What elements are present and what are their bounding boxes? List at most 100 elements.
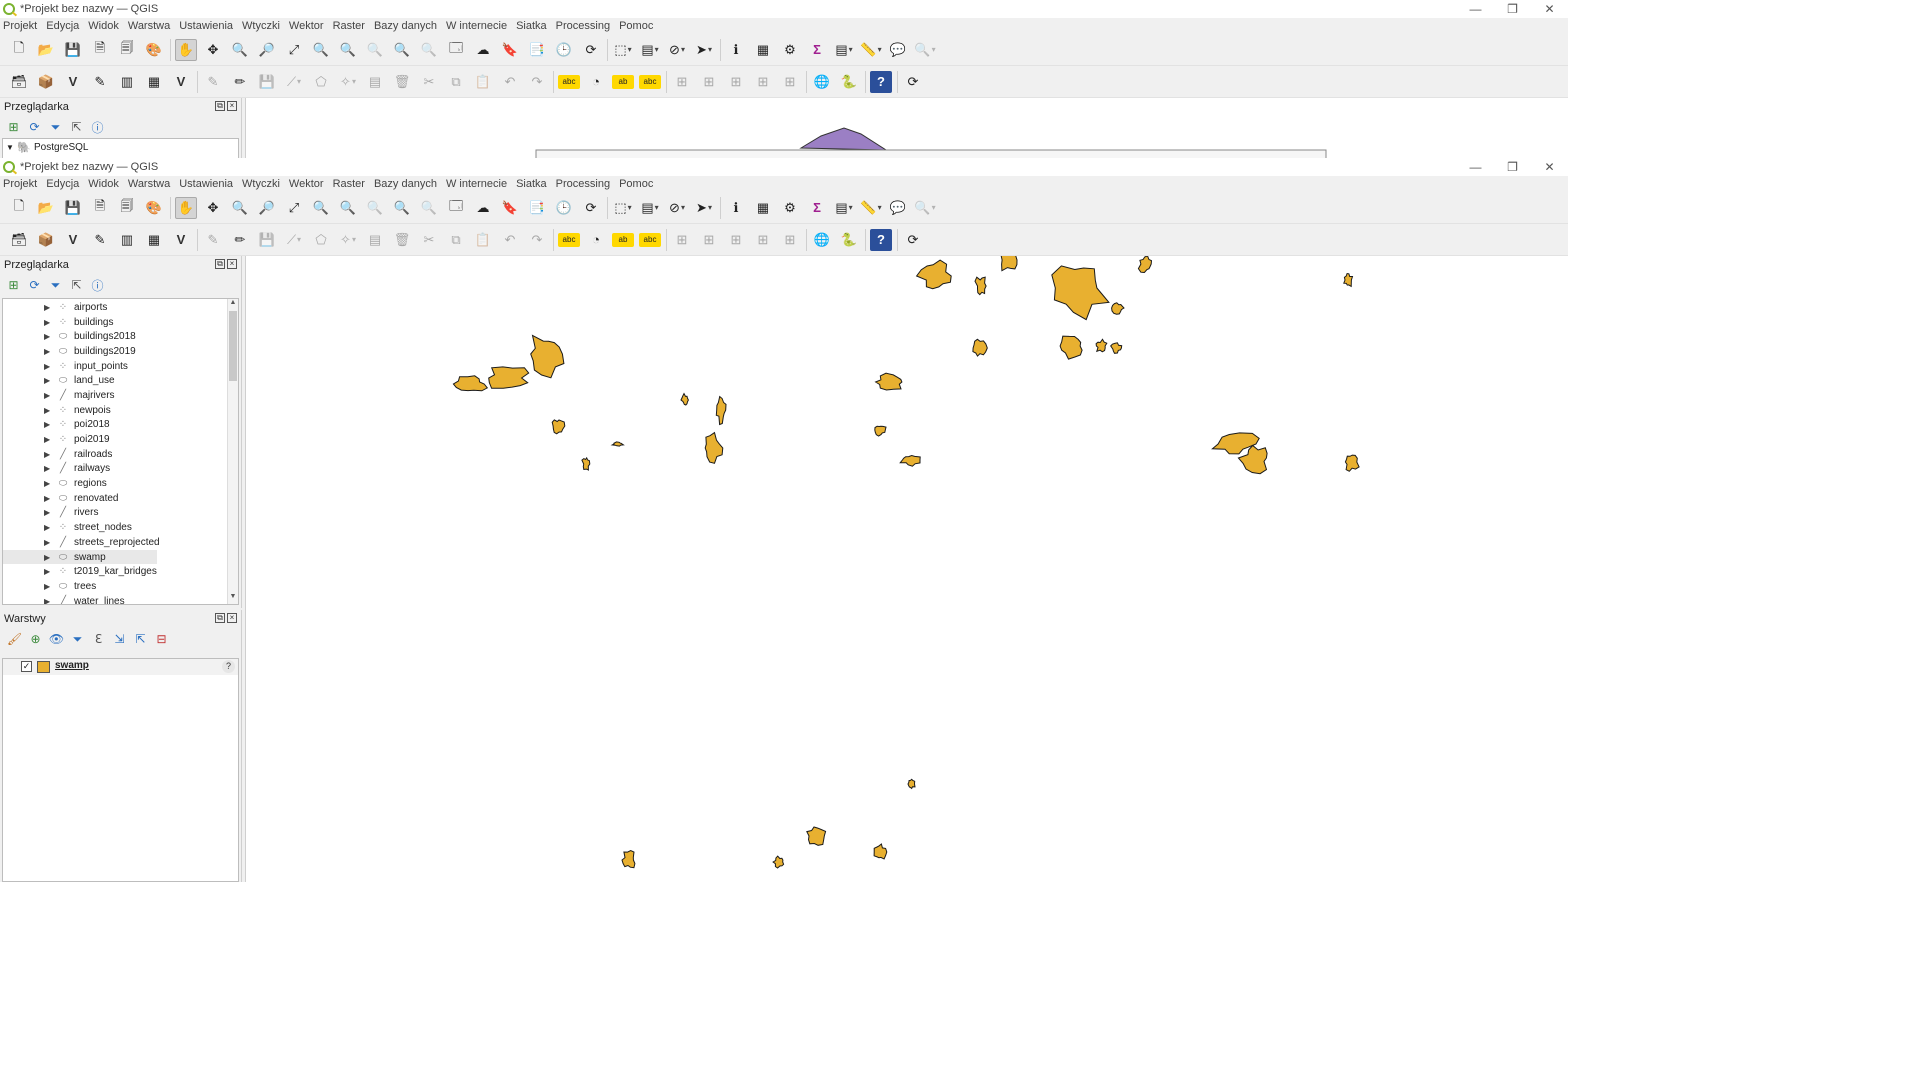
tree-item-buildings[interactable]: ▶ ⁘ buildings [3,315,228,330]
zoom-next-icon[interactable]: 🔍 [418,197,440,219]
select-location-icon[interactable]: ➤ [693,197,715,219]
statistics-icon[interactable]: Σ [806,39,828,61]
virtual-layer-icon[interactable]: V [170,71,192,93]
scroll-down-icon[interactable]: ▼ [228,593,238,604]
maximize-button[interactable]: ❐ [1494,0,1531,18]
menu-processing[interactable]: Processing [556,178,610,190]
map-canvas-background[interactable] [245,98,1568,158]
info-icon[interactable]: ⓘ [89,277,106,294]
float-panel-icon[interactable]: ⧉ [215,101,225,111]
locator-icon[interactable]: 🔍 [914,197,936,219]
tree-item-water-lines[interactable]: ▶ ╱ water_lines [3,594,228,604]
browser-tree[interactable]: ▶ ⁘ airports ▶ ⁘ buildings ▶ ⬭ buildings2018 ▶ ⬭ bu… [2,298,239,605]
tree-item-newpois[interactable]: ▶ ⁘ newpois [3,403,228,418]
remove-layer-icon[interactable]: ⊟ [153,631,170,648]
tree-item-majrivers[interactable]: ▶ ╱ majrivers [3,388,228,403]
virtual-layer-icon[interactable]: V [170,229,192,251]
menu-w-internecie[interactable]: W internecie [446,20,507,32]
tree-item-poi2018[interactable]: ▶ ⁘ poi2018 [3,418,228,433]
tree-item-land-use[interactable]: ▶ ⬭ land_use [3,373,228,388]
expand-icon[interactable]: ▶ [44,420,50,429]
tree-item-streets-reprojected[interactable]: ▶ ╱ streets_reprojected [3,535,228,550]
zoom-full-icon[interactable]: ⤢ [283,39,305,61]
minimize-button[interactable]: — [1457,158,1494,176]
deselect-icon[interactable]: ⊘ [666,39,688,61]
tree-item-street-nodes[interactable]: ▶ ⁘ street_nodes [3,520,228,535]
zoom-in-icon[interactable]: 🔍 [229,39,251,61]
digitize-icon[interactable]: ⟋ [283,71,305,93]
label-show-icon[interactable]: ⊞ [752,229,774,251]
select-value-icon[interactable]: ▤ [639,197,661,219]
new-map-view-icon[interactable]: 🗔 [445,197,467,219]
statistics-icon[interactable]: Σ [806,197,828,219]
tree-item-regions[interactable]: ▶ ⬭ regions [3,476,228,491]
menu-projekt[interactable]: Projekt [3,20,37,32]
edits-icon[interactable]: ✎ [202,71,224,93]
data-source-manager-icon[interactable]: 🗃 [8,229,30,251]
expand-icon[interactable]: ▶ [44,494,50,503]
expand-icon[interactable]: ▶ [44,538,50,547]
diagram-icon[interactable]: ◔ [585,229,607,251]
menu-bazy-danych[interactable]: Bazy danych [374,20,437,32]
select-features-icon[interactable]: ⬚ [612,197,634,219]
collapse-all-icon[interactable]: ⇱ [68,277,85,294]
zoom-last-icon[interactable]: 🔍 [391,39,413,61]
label-highlight-icon[interactable]: abc [639,74,661,89]
label-rotate-icon[interactable]: ⊞ [698,229,720,251]
label-change-icon[interactable]: ⊞ [725,229,747,251]
label-toolbar-icon[interactable]: abc [558,74,580,89]
locator-icon[interactable]: 🔍 [914,39,936,61]
identify-icon[interactable]: ℹ [725,197,747,219]
python-console-icon[interactable]: 🐍 [838,229,860,251]
menu-wektor[interactable]: Wektor [289,178,324,190]
menu-edycja[interactable]: Edycja [46,20,79,32]
label-change-icon[interactable]: ⊞ [725,71,747,93]
plugin-reloader-icon[interactable]: ⟳ [902,71,924,93]
close-panel-icon[interactable]: × [227,613,237,623]
new-spatialite-icon[interactable]: ✎ [89,71,111,93]
toggle-editing-icon[interactable]: ✏ [229,71,251,93]
cut-icon[interactable]: ✂ [418,229,440,251]
style-manager-icon[interactable]: 🖌 [6,631,23,648]
add-selected-icon[interactable]: ⊞ [5,119,22,136]
measure-icon[interactable]: 📏 [860,39,882,61]
expand-icon[interactable]: ▶ [44,464,50,473]
unknown-crs-badge[interactable]: ? [222,660,235,673]
open-project-icon[interactable]: 📂 [35,39,57,61]
layer-name[interactable]: swamp [55,660,89,671]
browser-scrollbar[interactable]: ▲ ▼ [227,299,238,604]
layout-manager-icon[interactable]: 🗐 [116,197,138,219]
filter-legend-icon[interactable]: ⏷ [69,631,86,648]
tree-item-buildings2019[interactable]: ▶ ⬭ buildings2019 [3,344,228,359]
new-print-layout-icon[interactable]: 🗎 [89,39,111,61]
deselect-icon[interactable]: ⊘ [666,197,688,219]
help-icon[interactable]: ? [870,228,892,251]
new-geopackage-icon[interactable]: 📦 [35,71,57,93]
data-source-manager-icon[interactable]: 🗃 [8,71,30,93]
menu-wtyczki[interactable]: Wtyczki [242,20,280,32]
expand-icon[interactable]: ▶ [44,553,50,562]
map-tips-icon[interactable]: 💬 [887,197,909,219]
menu-warstwa[interactable]: Warstwa [128,178,170,190]
temporal-icon[interactable]: 🕒 [553,197,575,219]
style-manager-icon[interactable]: 🎨 [143,39,165,61]
save-edits-icon[interactable]: 💾 [256,71,278,93]
new-project-icon[interactable]: 🗋 [8,197,30,219]
tree-item-railroads[interactable]: ▶ ╱ railroads [3,447,228,462]
zoom-selection-icon[interactable]: 🔍 [310,197,332,219]
plugin-globe-icon[interactable]: 🌐 [811,229,833,251]
add-feature-icon[interactable]: ⬠ [310,71,332,93]
open-field-calc-icon[interactable]: ▤ [833,39,855,61]
pan-map-icon[interactable]: ✋ [175,196,197,219]
minimize-button[interactable]: — [1457,0,1494,18]
visibility-icon[interactable]: 👁 [48,631,65,648]
menu-ustawienia[interactable]: Ustawienia [179,20,233,32]
menu-projekt[interactable]: Projekt [3,178,37,190]
label-pin-icon[interactable]: ab [612,232,634,247]
expand-icon[interactable]: ▶ [44,362,50,371]
add-group-icon[interactable]: ⊕ [27,631,44,648]
new-virtual-layer-icon[interactable]: ▥ [116,71,138,93]
label-rotate-icon[interactable]: ⊞ [698,71,720,93]
expand-icon[interactable]: ▶ [44,318,50,327]
label-move-icon[interactable]: ⊞ [671,71,693,93]
